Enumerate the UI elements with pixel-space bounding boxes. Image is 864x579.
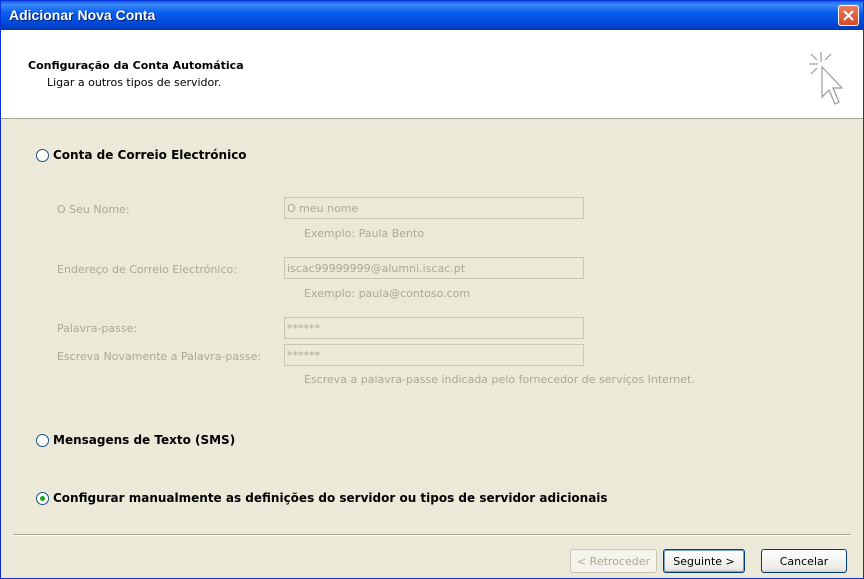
wizard-header: Configuração da Conta Automática Ligar a… (1, 30, 863, 119)
next-button[interactable]: Seguinte > (663, 549, 745, 573)
password-field[interactable]: ****** (284, 317, 584, 339)
name-label: O Seu Nome: (57, 203, 130, 216)
sms-label[interactable]: Mensagens de Texto (SMS) (53, 433, 235, 447)
sms-radio[interactable] (36, 434, 49, 447)
email-account-label[interactable]: Conta de Correio Electrónico (53, 148, 247, 162)
title-bar[interactable]: Adicionar Nova Conta (1, 1, 863, 30)
page-subtitle: Ligar a outros tipos de servidor. (47, 76, 222, 89)
window-title: Adicionar Nova Conta (9, 7, 156, 23)
email-label: Endereço de Correio Electrónico: (57, 263, 237, 276)
page-title: Configuração da Conta Automática (28, 59, 244, 72)
cursor-sparkle-icon (809, 52, 844, 105)
password-hint: Escreva a palavra-passe indicada pelo fo… (304, 373, 695, 386)
add-account-dialog: Adicionar Nova Conta Configuração da Con… (0, 0, 864, 579)
password-confirm-field[interactable]: ****** (284, 344, 584, 366)
password-label: Palavra-passe: (57, 322, 138, 335)
email-account-radio[interactable] (36, 149, 49, 162)
footer-divider (13, 534, 851, 536)
close-button[interactable] (838, 5, 859, 26)
name-hint: Exemplo: Paula Bento (304, 227, 425, 240)
close-icon (843, 10, 854, 21)
password-confirm-label: Escreva Novamente a Palavra-passe: (57, 350, 262, 363)
manual-config-label[interactable]: Configurar manualmente as definições do … (53, 491, 608, 505)
cancel-button[interactable]: Cancelar (761, 549, 847, 573)
email-hint: Exemplo: paula@contoso.com (304, 287, 471, 300)
name-field[interactable]: O meu nome (284, 197, 584, 219)
back-button[interactable]: < Retroceder (570, 549, 657, 573)
email-field[interactable]: iscac99999999@alumni.iscac.pt (284, 257, 584, 279)
manual-config-radio[interactable] (36, 492, 49, 505)
